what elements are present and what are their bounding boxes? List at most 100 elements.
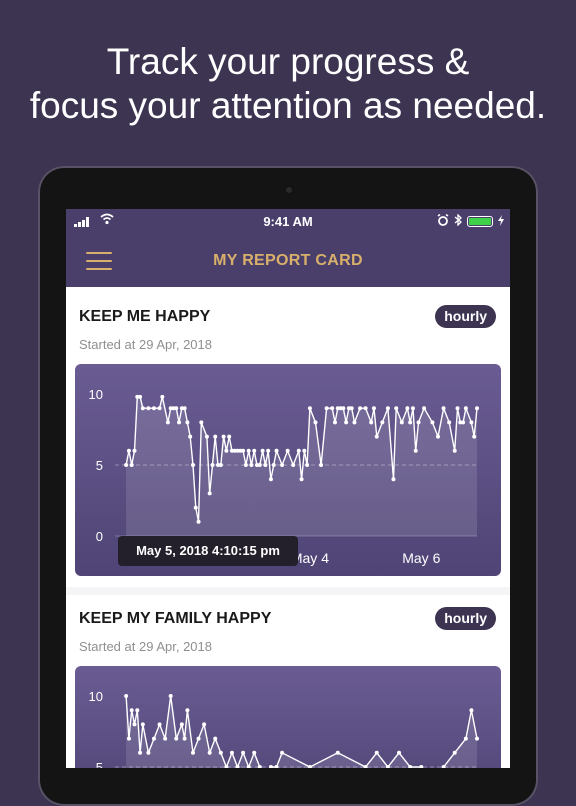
- data-point: [475, 736, 479, 741]
- data-point: [397, 750, 402, 755]
- chart-svg: 10 5: [89, 689, 479, 768]
- goal-card[interactable]: KEEP MY FAMILY HAPPY hourly Started at 2…: [66, 595, 510, 768]
- data-point: [132, 448, 137, 453]
- data-point: [313, 420, 318, 425]
- bluetooth-icon: [454, 213, 462, 229]
- data-point: [349, 406, 354, 411]
- data-point: [299, 477, 304, 482]
- data-point: [371, 406, 376, 411]
- goal-start-date: Started at 29 Apr, 2018: [79, 337, 212, 352]
- goal-start-date: Started at 29 Apr, 2018: [79, 639, 212, 654]
- data-point: [124, 463, 129, 467]
- data-point: [252, 448, 257, 453]
- data-point: [285, 448, 290, 453]
- data-point: [330, 406, 335, 411]
- headline-line-1: Track your progress &: [106, 41, 470, 82]
- data-point: [469, 708, 474, 713]
- data-point: [358, 406, 363, 411]
- data-point: [441, 406, 446, 411]
- frequency-badge[interactable]: hourly: [435, 305, 496, 328]
- data-point: [319, 463, 324, 467]
- data-point: [224, 448, 229, 453]
- data-point: [391, 477, 396, 482]
- y-tick-label: 5: [96, 458, 103, 473]
- data-point: [138, 750, 143, 755]
- data-point: [302, 448, 307, 453]
- data-point: [341, 406, 346, 411]
- y-tick-label: 10: [89, 387, 103, 402]
- data-point: [196, 736, 201, 741]
- data-point: [452, 750, 457, 755]
- data-point: [132, 722, 137, 727]
- data-point: [146, 750, 151, 755]
- data-point: [324, 406, 329, 411]
- data-point: [369, 420, 374, 425]
- data-point: [188, 434, 193, 439]
- data-point: [447, 420, 452, 425]
- data-point: [199, 420, 204, 425]
- data-point: [218, 750, 223, 755]
- data-point: [374, 750, 379, 755]
- data-point: [190, 463, 195, 467]
- data-point: [394, 406, 399, 411]
- data-point: [291, 463, 296, 467]
- data-point: [126, 448, 131, 453]
- camera-icon: [286, 187, 292, 193]
- data-point: [241, 750, 246, 755]
- data-point: [140, 406, 145, 411]
- battery-icon: [467, 216, 493, 227]
- alarm-icon: [437, 213, 449, 229]
- status-bar: 9:41 AM: [66, 209, 510, 235]
- frequency-badge[interactable]: hourly: [435, 607, 496, 630]
- data-point: [252, 750, 257, 755]
- data-point: [151, 406, 156, 411]
- data-point: [332, 420, 337, 425]
- data-point: [385, 406, 390, 411]
- data-point: [213, 434, 218, 439]
- data-point: [204, 434, 209, 439]
- status-indicators: [437, 213, 504, 229]
- data-point: [305, 463, 310, 467]
- data-point: [210, 463, 215, 467]
- data-point: [260, 448, 265, 453]
- data-point: [160, 394, 165, 399]
- data-point: [399, 420, 404, 425]
- progress-chart[interactable]: 10 5: [75, 666, 501, 768]
- x-tick-label: May 6: [402, 550, 440, 566]
- data-point: [202, 722, 207, 727]
- data-point: [168, 694, 173, 698]
- data-point: [257, 463, 262, 467]
- y-tick-label: 10: [89, 689, 103, 704]
- goal-title: KEEP ME HAPPY: [79, 308, 211, 325]
- data-point: [218, 463, 223, 467]
- data-point: [193, 505, 198, 510]
- data-point: [124, 694, 129, 698]
- data-point: [268, 477, 273, 482]
- data-point: [463, 736, 468, 741]
- data-point: [207, 491, 212, 496]
- data-point: [335, 750, 340, 755]
- data-point: [463, 406, 468, 411]
- data-point: [213, 736, 218, 741]
- data-point: [469, 420, 474, 425]
- data-point: [157, 406, 162, 411]
- data-point: [413, 448, 418, 453]
- app-screen: 9:41 AM MY REPORT CARD KEEP ME HAPPY hou…: [66, 209, 510, 768]
- goal-title: KEEP MY FAMILY HAPPY: [79, 610, 272, 627]
- data-point: [280, 750, 285, 755]
- data-point: [129, 463, 134, 467]
- data-point: [249, 463, 254, 467]
- charging-icon: [498, 214, 504, 229]
- data-point: [380, 420, 385, 425]
- nav-bar: MY REPORT CARD: [66, 235, 510, 287]
- data-point: [227, 434, 232, 439]
- data-point: [241, 448, 246, 453]
- data-point: [352, 420, 357, 425]
- data-point: [374, 434, 379, 439]
- y-tick-label: 5: [96, 760, 103, 768]
- data-point: [344, 420, 349, 425]
- data-point: [461, 420, 466, 425]
- data-point: [455, 406, 460, 411]
- y-tick-label: 0: [96, 529, 103, 544]
- data-point: [271, 463, 276, 467]
